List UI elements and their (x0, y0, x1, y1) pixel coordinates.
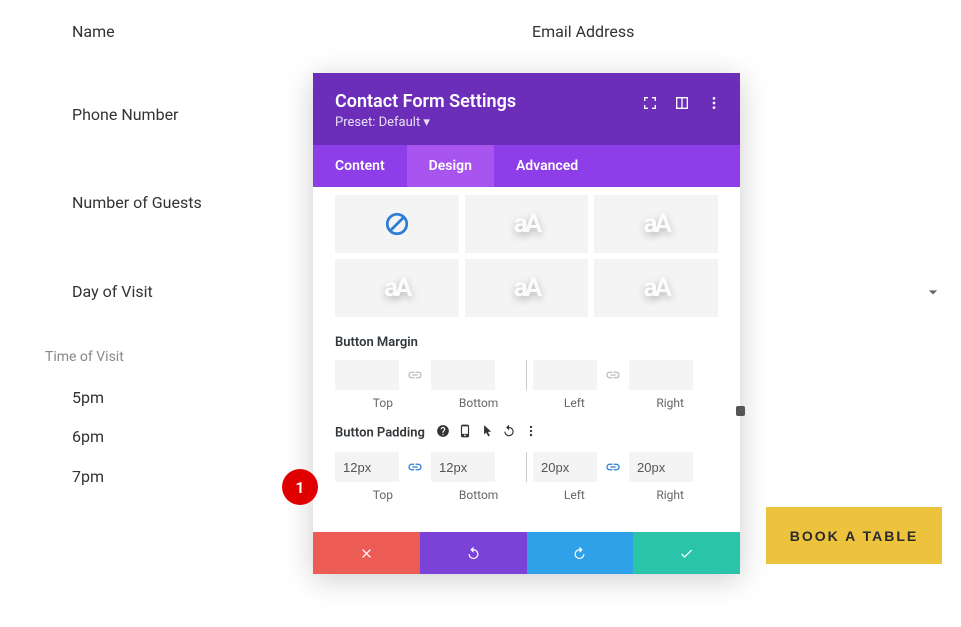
expand-icon[interactable] (642, 95, 658, 115)
cursor-icon[interactable] (480, 424, 494, 442)
text-shadow-grid: aA aA aA aA aA (335, 195, 718, 317)
padding-title: Button Padding (335, 424, 718, 442)
modal-actions (313, 532, 740, 574)
menu-icon[interactable] (706, 95, 722, 115)
layout-icon[interactable] (674, 95, 690, 115)
divider (526, 452, 527, 482)
padding-label-top: Top (335, 488, 431, 502)
modal-tabs: Content Design Advanced (313, 145, 740, 187)
margin-label-bottom: Bottom (431, 396, 527, 410)
phone-label: Phone Number (72, 105, 178, 124)
save-button[interactable] (633, 532, 740, 574)
more-icon[interactable] (524, 424, 538, 442)
padding-bottom-input[interactable] (431, 452, 495, 482)
modal-body: aA aA aA aA aA Button Margin (313, 187, 740, 532)
margin-bottom-input[interactable] (431, 360, 495, 390)
time-option-6pm[interactable]: 6pm (72, 427, 104, 446)
margin-label-left: Left (527, 396, 623, 410)
time-of-visit-label: Time of Visit (45, 349, 124, 365)
help-icon[interactable] (436, 424, 450, 442)
phone-icon[interactable] (458, 424, 472, 442)
shadow-preset-2[interactable]: aA (594, 195, 718, 253)
link-icon[interactable] (603, 365, 623, 385)
margin-section: Button Margin Top Bottom Left Right (335, 335, 718, 410)
reset-icon[interactable] (502, 424, 516, 442)
book-table-button[interactable]: BOOK A TABLE (766, 507, 942, 564)
undo-button[interactable] (420, 532, 527, 574)
padding-label-bottom: Bottom (431, 488, 527, 502)
tab-content[interactable]: Content (313, 145, 407, 187)
shadow-preset-5[interactable]: aA (594, 259, 718, 317)
shadow-preset-4[interactable]: aA (465, 259, 589, 317)
padding-top-input[interactable] (335, 452, 399, 482)
margin-right-input[interactable] (629, 360, 693, 390)
modal-header: Contact Form Settings Preset: Default ▾ (313, 73, 740, 145)
name-label: Name (72, 22, 115, 41)
close-button[interactable] (313, 532, 420, 574)
shadow-preset-1[interactable]: aA (465, 195, 589, 253)
padding-right-input[interactable] (629, 452, 693, 482)
divider (526, 360, 527, 390)
settings-modal: Contact Form Settings Preset: Default ▾ … (313, 73, 740, 574)
redo-button[interactable] (527, 532, 634, 574)
padding-label-right: Right (622, 488, 718, 502)
margin-label-top: Top (335, 396, 431, 410)
link-icon[interactable] (603, 457, 623, 477)
margin-top-input[interactable] (335, 360, 399, 390)
time-option-7pm[interactable]: 7pm (72, 467, 104, 486)
annotation-badge-1: 1 (282, 469, 318, 505)
guests-label: Number of Guests (72, 193, 202, 212)
margin-left-input[interactable] (533, 360, 597, 390)
modal-preset[interactable]: Preset: Default ▾ (335, 115, 718, 130)
scroll-handle[interactable] (736, 406, 745, 416)
day-label: Day of Visit (72, 282, 153, 301)
link-icon[interactable] (405, 457, 425, 477)
margin-title: Button Margin (335, 335, 718, 350)
time-option-5pm[interactable]: 5pm (72, 388, 104, 407)
padding-left-input[interactable] (533, 452, 597, 482)
tab-design[interactable]: Design (407, 145, 494, 187)
chevron-down-icon[interactable] (923, 282, 943, 302)
tab-advanced[interactable]: Advanced (494, 145, 600, 187)
shadow-preset-3[interactable]: aA (335, 259, 459, 317)
margin-label-right: Right (622, 396, 718, 410)
link-icon[interactable] (405, 365, 425, 385)
padding-section: Button Padding (335, 424, 718, 502)
email-label: Email Address (532, 22, 634, 41)
shadow-none[interactable] (335, 195, 459, 253)
padding-label-left: Left (527, 488, 623, 502)
